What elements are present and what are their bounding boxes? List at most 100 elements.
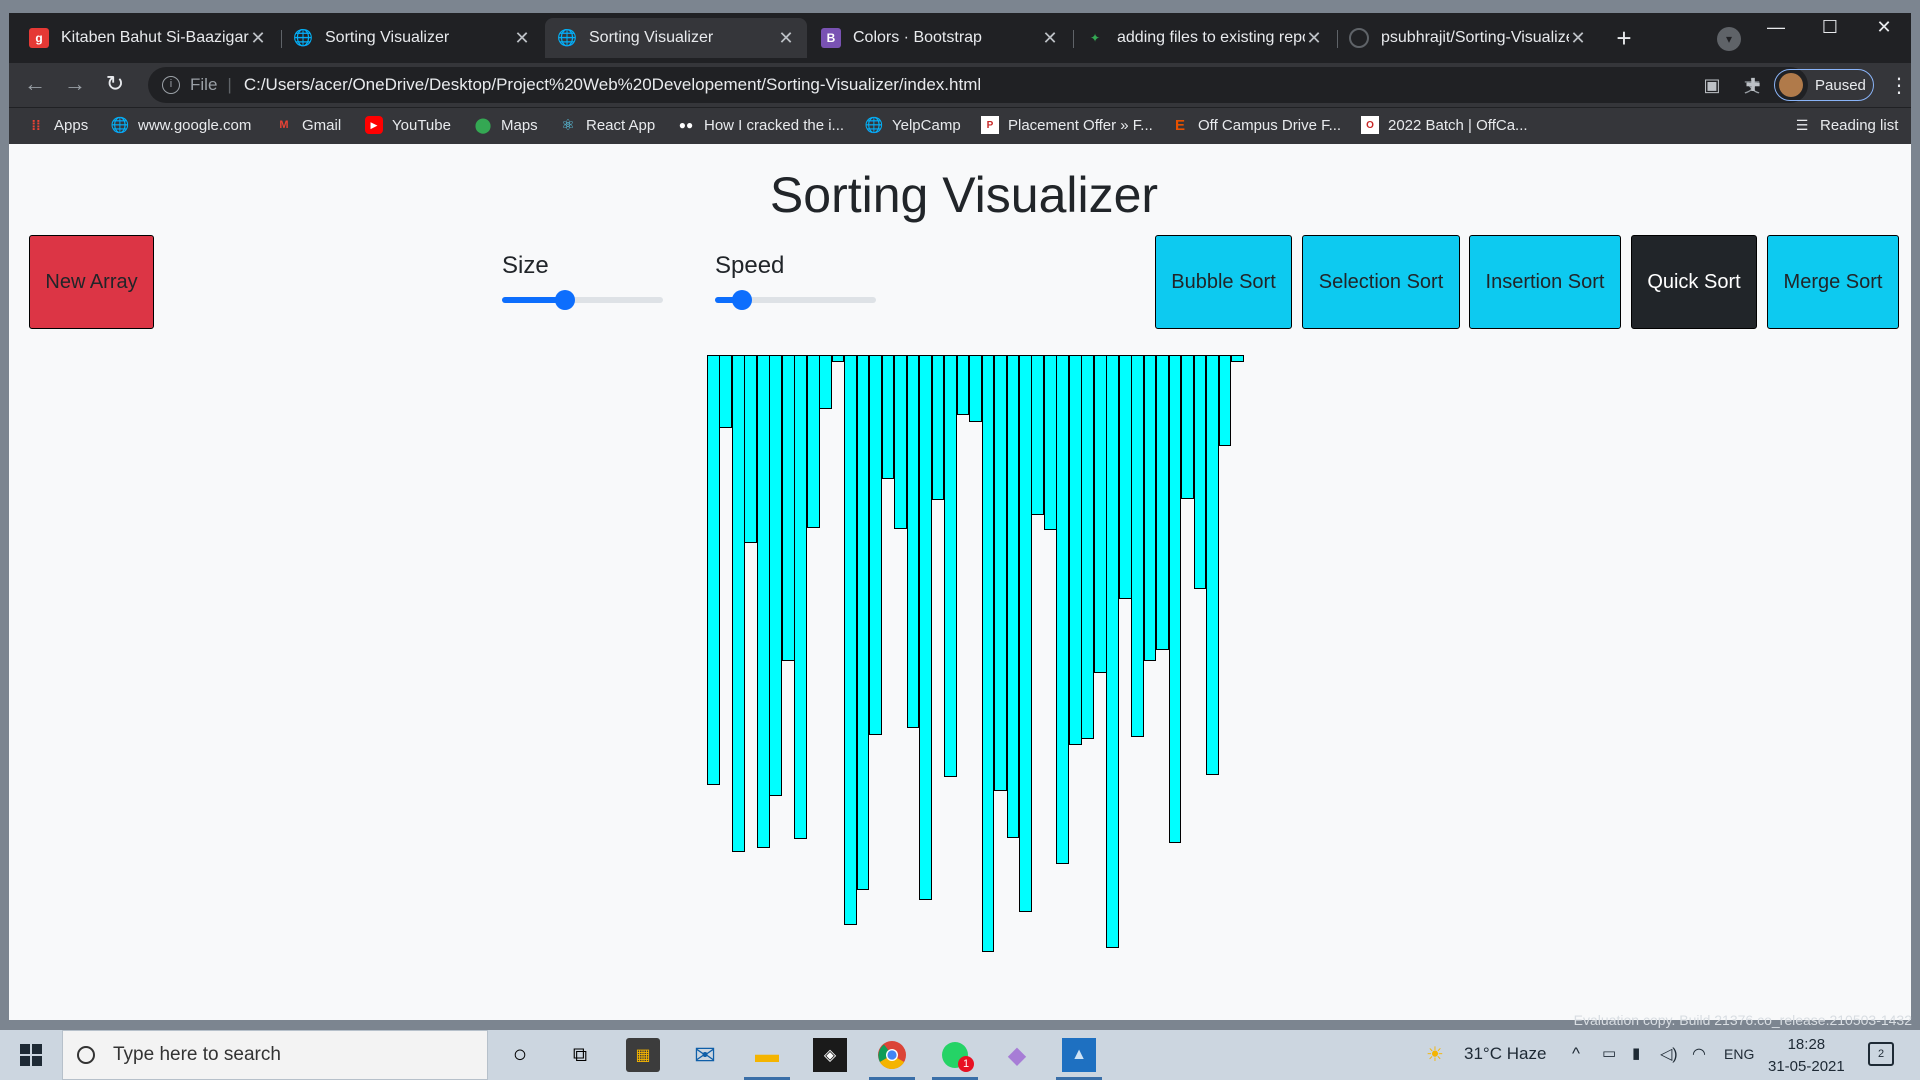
speed-slider-thumb[interactable] <box>732 290 752 310</box>
back-icon[interactable]: ← <box>22 73 48 95</box>
volume-icon[interactable]: ◁) <box>1660 1044 1678 1064</box>
language-indicator[interactable]: ENG <box>1724 1046 1754 1062</box>
array-bar <box>1218 355 1232 446</box>
array-bar <box>806 355 820 528</box>
close-window-button[interactable]: ✕ <box>1857 17 1911 38</box>
bootstrap-icon: B <box>821 28 841 48</box>
clock-date: 31-05-2021 <box>1768 1058 1845 1075</box>
tab-title: psubhrajit/Sorting-Visualizer <box>1381 29 1569 46</box>
reading-list[interactable]: ☰ Reading list <box>1793 116 1899 134</box>
taskbar: Type here to search ○ ⧉ ▦ ✉ ▬ ◈ 1 ◆ ▲ ☀ … <box>0 1030 1920 1080</box>
notification-center-icon[interactable]: 2 <box>1868 1042 1894 1066</box>
bookmark-google[interactable]: 🌐 www.google.com <box>110 116 252 135</box>
size-slider[interactable] <box>502 290 663 310</box>
address-bar[interactable]: i File | C:/Users/acer/OneDrive/Desktop/… <box>148 67 1808 103</box>
photos-icon[interactable]: ▲ <box>1056 1038 1102 1080</box>
show-hidden-icons[interactable]: ^ <box>1572 1044 1580 1064</box>
close-tab-icon[interactable]: ✕ <box>513 28 531 49</box>
array-bar <box>869 355 882 735</box>
insertion-sort-button[interactable]: Insertion Sort <box>1469 235 1621 329</box>
merge-sort-button[interactable]: Merge Sort <box>1767 235 1899 329</box>
close-tab-icon[interactable]: ✕ <box>1041 28 1059 49</box>
selection-sort-button[interactable]: Selection Sort <box>1302 235 1460 329</box>
bookmark-2022-batch[interactable]: O 2022 Batch | OffCa... <box>1361 116 1528 134</box>
tab-colors-bootstrap[interactable]: B Colors · Bootstrap ✕ <box>809 18 1071 58</box>
medium-icon: ●● <box>678 118 694 132</box>
site-icon: E <box>1174 116 1185 134</box>
gmail-icon: M <box>279 119 289 131</box>
reload-icon[interactable]: ↻ <box>102 73 128 95</box>
array-bar <box>1081 355 1095 739</box>
bubble-sort-button[interactable]: Bubble Sort <box>1155 235 1292 329</box>
tab-sorting-visualizer-1[interactable]: 🌐 Sorting Visualizer ✕ <box>281 18 543 58</box>
array-bar <box>781 355 795 661</box>
forward-icon[interactable]: → <box>62 73 88 95</box>
tab-github-repo[interactable]: psubhrajit/Sorting-Visualizer ✕ <box>1337 18 1599 58</box>
bookmark-off-campus[interactable]: E Off Campus Drive F... <box>1171 116 1341 134</box>
tab-title: Sorting Visualizer <box>325 29 450 46</box>
bookmark-youtube[interactable]: ▶ YouTube <box>365 116 451 134</box>
tab-kitaben[interactable]: g Kitaben Bahut Si-Baazigar ✕ <box>17 18 279 58</box>
more-menu-icon[interactable]: ⋮ <box>1889 73 1909 98</box>
globe-icon: 🌐 <box>293 30 313 47</box>
whatsapp-icon[interactable]: 1 <box>932 1038 978 1080</box>
meet-now-icon[interactable]: ▭ <box>1602 1044 1616 1062</box>
array-bar <box>919 355 932 900</box>
url-text[interactable]: C:/Users/acer/OneDrive/Desktop/Project%2… <box>244 75 981 95</box>
array-bar <box>1206 355 1219 775</box>
new-array-button[interactable]: New Array <box>29 235 154 329</box>
cortana-icon[interactable]: ○ <box>503 1038 537 1072</box>
chrome-icon[interactable] <box>869 1038 915 1080</box>
maximize-button[interactable]: ☐ <box>1803 17 1857 38</box>
bookmark-yelpcamp[interactable]: 🌐 YelpCamp <box>865 116 961 135</box>
info-icon[interactable]: i <box>162 76 180 94</box>
array-bar <box>969 355 982 422</box>
task-view-icon[interactable]: ⧉ <box>563 1038 597 1072</box>
evaluation-watermark: Evaluation copy. Build 21376.co_release.… <box>1573 1012 1912 1028</box>
tab-sorting-visualizer-active[interactable]: 🌐 Sorting Visualizer ✕ <box>545 18 807 58</box>
array-bar <box>1056 355 1070 864</box>
page-title: Sorting Visualizer <box>769 167 1159 223</box>
clock-time: 18:28 <box>1787 1036 1826 1053</box>
extensions-puzzle-icon[interactable]: ✚ <box>1742 75 1764 96</box>
toolbar: ← → ↻ i File | C:/Users/acer/OneDrive/De… <box>9 63 1911 107</box>
file-explorer-icon[interactable]: ▬ <box>744 1038 790 1080</box>
weather-text[interactable]: 31°C Haze <box>1464 1044 1546 1064</box>
globe-icon: 🌐 <box>110 117 130 134</box>
close-tab-icon[interactable]: ✕ <box>1305 28 1323 49</box>
pin-icon: ✦ <box>1089 31 1101 45</box>
new-tab-button[interactable]: + <box>1609 25 1639 51</box>
apps-icon: ⁞⁞ <box>31 117 41 133</box>
bookmark-placement-offer[interactable]: P Placement Offer » F... <box>981 116 1153 134</box>
close-tab-icon[interactable]: ✕ <box>249 28 267 49</box>
search-placeholder: Type here to search <box>113 1044 281 1065</box>
bookmark-gmail[interactable]: M Gmail <box>275 116 341 134</box>
array-bar <box>1043 355 1057 530</box>
speed-slider[interactable] <box>715 290 876 310</box>
size-label: Size <box>502 252 549 279</box>
tab-search-icon[interactable]: ▾ <box>1717 27 1741 51</box>
tab-adding-files[interactable]: ✦ adding files to existing repo ✕ <box>1073 18 1335 58</box>
quick-sort-button[interactable]: Quick Sort <box>1631 235 1757 329</box>
size-slider-thumb[interactable] <box>555 290 575 310</box>
close-tab-icon[interactable]: ✕ <box>1569 28 1587 49</box>
minimize-button[interactable]: — <box>1749 17 1803 38</box>
snip-sketch-icon[interactable]: ◆ <box>1000 1038 1034 1072</box>
battery-icon[interactable]: ▮ <box>1632 1044 1640 1062</box>
bookmark-apps[interactable]: ⁞⁞ Apps <box>27 116 88 134</box>
extension-icon[interactable]: ▣ <box>1701 75 1723 96</box>
store-icon[interactable]: ▦ <box>626 1038 660 1072</box>
bookmark-react-app[interactable]: ⚛ React App <box>559 116 655 135</box>
page-content: Sorting Visualizer New Array Size Speed … <box>9 144 1911 1020</box>
windows-start-icon[interactable] <box>20 1044 42 1066</box>
clock[interactable]: 18:28 31-05-2021 <box>1768 1034 1845 1078</box>
profile-button[interactable]: Paused <box>1774 69 1874 101</box>
bookmark-medium[interactable]: ●● How I cracked the i... <box>677 116 844 134</box>
predator-sense-icon[interactable]: ◈ <box>813 1038 847 1072</box>
mail-icon[interactable]: ✉ <box>688 1038 722 1072</box>
taskbar-search[interactable]: Type here to search <box>62 1030 488 1080</box>
close-tab-icon[interactable]: ✕ <box>777 28 795 49</box>
array-bar <box>719 355 733 428</box>
bookmark-maps[interactable]: ⬤ Maps <box>474 116 538 135</box>
wifi-icon[interactable]: ◠ <box>1692 1044 1706 1064</box>
